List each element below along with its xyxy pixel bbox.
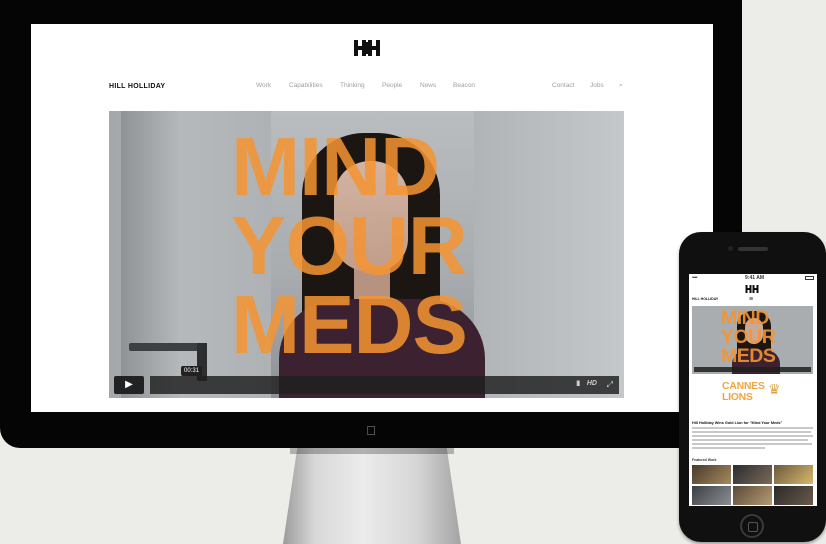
battery-icon xyxy=(805,276,814,280)
status-bar: •••• 9:41 AM xyxy=(689,274,817,282)
brand-name[interactable]: HILL HOLLIDAY xyxy=(109,83,165,90)
featured-work-tile[interactable] xyxy=(733,465,772,484)
speaker-icon xyxy=(738,247,768,251)
mobile-video-controls[interactable] xyxy=(694,367,811,372)
hamburger-menu-icon[interactable]: ≡ xyxy=(749,296,753,303)
featured-work-tile[interactable] xyxy=(774,465,813,484)
imac-stand-shadow xyxy=(290,448,454,454)
nav-capabilities[interactable]: Capabilities xyxy=(289,82,323,89)
video-timeline[interactable]: 00:31 lllll HD ⤢ xyxy=(150,366,619,394)
play-button[interactable]: ▶ xyxy=(114,376,144,394)
lions-text: LIONS xyxy=(722,391,753,403)
video-time: 00:31 xyxy=(181,366,203,376)
apple-logo-icon:  xyxy=(364,424,378,438)
nav-jobs[interactable]: Jobs xyxy=(590,82,604,89)
featured-work-tile[interactable] xyxy=(733,486,772,505)
camera-icon xyxy=(728,246,733,251)
featured-work-tile[interactable] xyxy=(774,486,813,505)
hill-holliday-logo-icon[interactable] xyxy=(353,38,381,58)
imac-stand xyxy=(283,448,461,544)
nav-work[interactable]: Work xyxy=(256,82,271,89)
lion-icon: ♛ xyxy=(768,381,781,397)
fullscreen-icon[interactable]: ⤢ xyxy=(607,380,613,390)
video-controls: ▶ 00:31 lllll HD ⤢ xyxy=(114,366,619,394)
featured-work-tile[interactable] xyxy=(692,465,731,484)
nav-beacon[interactable]: Beacon xyxy=(453,82,475,89)
volume-icon[interactable]: lllll xyxy=(576,381,580,388)
featured-work-tile[interactable] xyxy=(692,486,731,505)
signal-icon: •••• xyxy=(692,275,698,281)
hero-title: MIND YOUR MEDS xyxy=(231,120,531,371)
mobile-hero-title: MIND YOUR MEDS xyxy=(721,308,776,367)
status-time: 9:41 AM xyxy=(745,275,764,281)
search-icon[interactable]: ⌕ xyxy=(619,82,623,90)
desktop-website: HILL HOLLIDAY Work Capabilities Thinking… xyxy=(31,24,713,412)
imac-device: HILL HOLLIDAY Work Capabilities Thinking… xyxy=(0,0,742,448)
cannes-lions-logo: CANNES LIONS ♛ xyxy=(692,378,813,418)
door-handle xyxy=(129,343,205,351)
mobile-hero-title-line: MEDS xyxy=(721,345,776,367)
home-button[interactable] xyxy=(740,514,764,538)
mobile-website: •••• 9:41 AM HILL HOLLIDAY ≡ MIND YOUR M… xyxy=(689,274,817,506)
iphone-device: •••• 9:41 AM HILL HOLLIDAY ≡ MIND YOUR M… xyxy=(679,232,826,542)
hero-video[interactable]: MIND YOUR MEDS ▶ 00:31 lllll HD ⤢ xyxy=(109,111,624,398)
news-body-text xyxy=(692,427,813,453)
nav-thinking[interactable]: Thinking xyxy=(340,82,365,89)
hero-title-line: YOUR xyxy=(231,199,468,292)
mobile-brand-name[interactable]: HILL HOLLIDAY xyxy=(692,297,718,301)
news-headline[interactable]: Hill Holliday Wins Gold Lion for "Mind Y… xyxy=(692,421,782,425)
hero-title-line: MIND xyxy=(231,120,440,213)
hd-button[interactable]: HD xyxy=(587,380,597,387)
nav-news[interactable]: News xyxy=(420,82,436,89)
featured-work-grid xyxy=(692,465,813,505)
mobile-hero-video[interactable]: MIND YOUR MEDS xyxy=(692,306,813,374)
nav-people[interactable]: People xyxy=(382,82,402,89)
hill-holliday-logo-icon[interactable] xyxy=(745,284,759,294)
featured-work-heading: Featured Work xyxy=(692,458,717,462)
hero-title-line: MEDS xyxy=(231,278,468,371)
nav-contact[interactable]: Contact xyxy=(552,82,574,89)
